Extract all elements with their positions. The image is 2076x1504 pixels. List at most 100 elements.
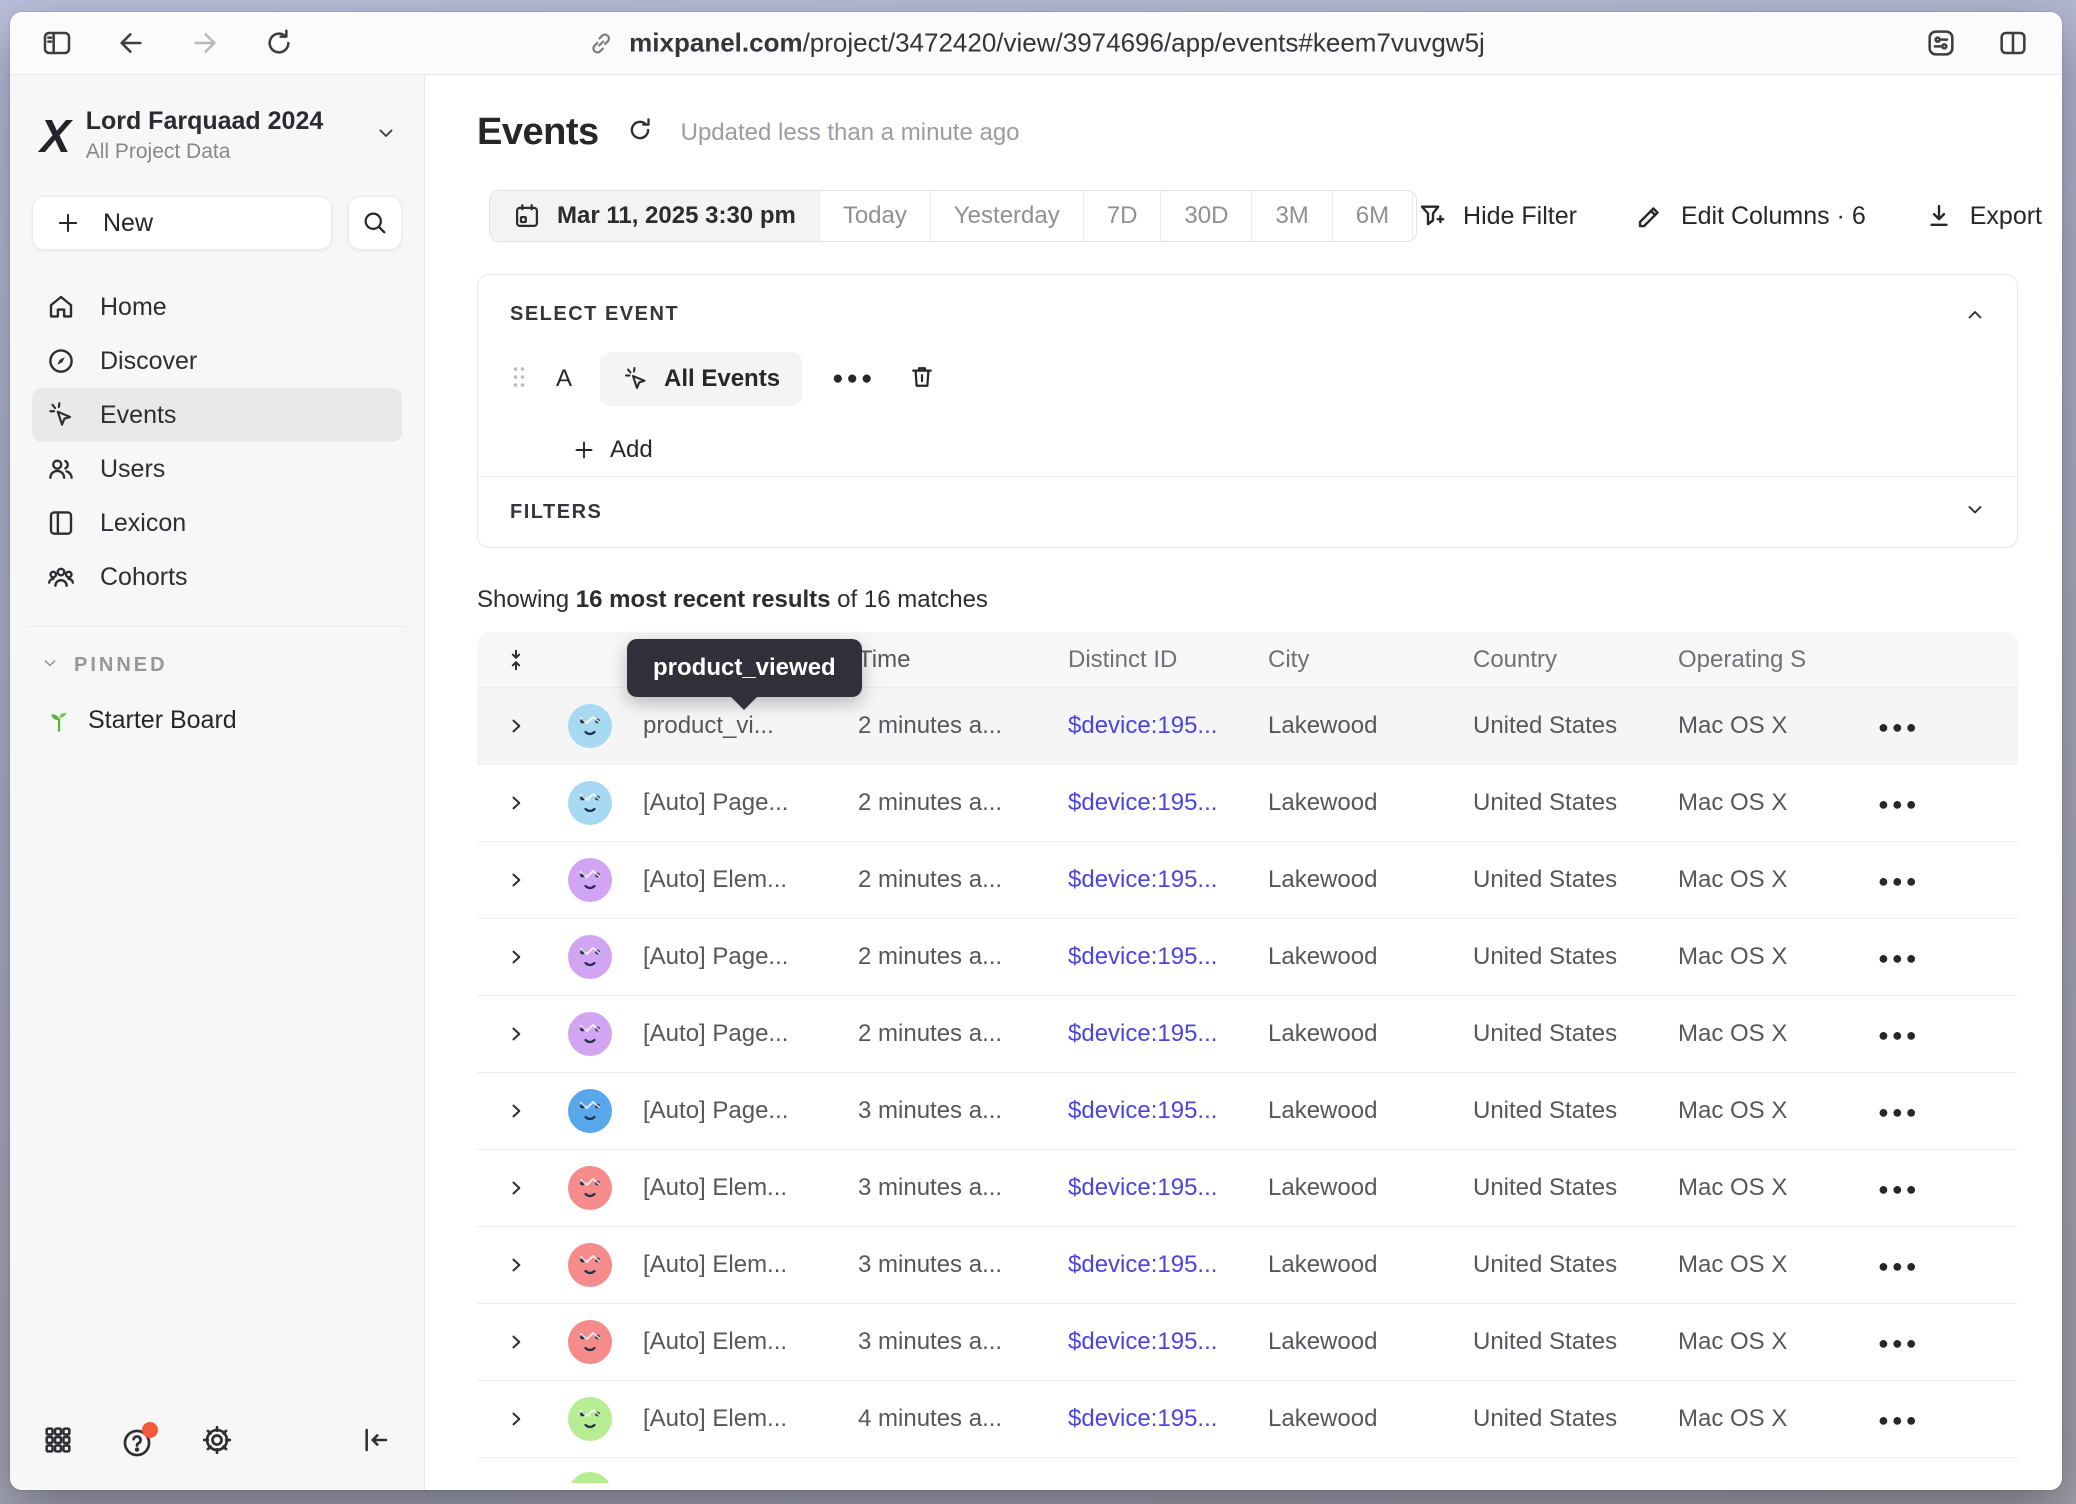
event-name-cell[interactable]: [Auto] Page... [625,789,840,817]
table-row[interactable]: product_vi... 2 minutes a... $device:195… [477,687,2018,764]
url-path: /project/3472420/view/3974696/app/events… [803,28,1485,58]
pinned-section-header[interactable]: PINNED [32,653,402,678]
distinct-id-link[interactable]: $device:195... [1050,1251,1250,1279]
collapse-sidebar-icon[interactable] [360,1424,392,1461]
preset-6m[interactable]: 6M [1332,191,1412,241]
add-label: Add [610,436,653,464]
drag-handle-icon[interactable] [510,364,528,395]
expand-row-icon[interactable] [506,870,526,890]
distinct-id-link[interactable]: $device:195... [1050,943,1250,971]
trash-icon[interactable] [908,363,936,396]
reload-button[interactable] [262,26,296,60]
add-event-button[interactable]: Add [572,436,1985,464]
table-row[interactable]: [Auto] Elem... 2 minutes a... $device:19… [477,841,2018,918]
sidebar-item-starter-board[interactable]: Starter Board [32,706,402,735]
distinct-id-link[interactable]: $device:195... [1050,1097,1250,1125]
event-selector-chip[interactable]: All Events [600,352,802,406]
sidebar-item-cohorts[interactable]: Cohorts [32,550,402,604]
table-row[interactable]: [Auto] Elem... 3 minutes a... $device:19… [477,1226,2018,1303]
expand-row-icon[interactable] [506,1332,526,1352]
expand-row-icon[interactable] [506,1255,526,1275]
header-time[interactable]: Time [840,646,1050,674]
distinct-id-link[interactable]: $device:195... [1050,1328,1250,1356]
apps-grid-icon[interactable] [42,1424,74,1461]
table-row[interactable]: [Auto] Elem... 3 minutes a... $device:19… [477,1303,2018,1380]
refresh-icon[interactable] [625,115,655,150]
expand-row-icon[interactable] [506,716,526,736]
header-distinct-id[interactable]: Distinct ID [1050,646,1250,674]
sidebar-item-discover[interactable]: Discover [32,334,402,388]
preset-30d[interactable]: 30D [1160,191,1251,241]
sidebar-item-users[interactable]: Users [32,442,402,496]
events-icon [622,365,650,393]
expand-row-icon[interactable] [506,1409,526,1429]
expand-row-icon[interactable] [506,793,526,813]
row-actions-button[interactable]: ●●● [1878,1256,1920,1276]
preset-yesterday[interactable]: Yesterday [930,191,1083,241]
header-city[interactable]: City [1250,646,1455,674]
event-name-cell[interactable]: [Auto] Page... [625,1097,840,1125]
event-name-cell[interactable]: [Auto] Page... [625,943,840,971]
expand-row-icon[interactable] [506,1178,526,1198]
event-name-cell[interactable]: [Auto] Elem... [625,1174,840,1202]
expand-section-icon[interactable] [1963,498,1987,527]
split-view-icon[interactable] [1996,26,2030,60]
row-actions-button[interactable]: ●●● [1878,1025,1920,1045]
export-button[interactable]: Export [1924,201,2042,231]
search-button[interactable] [348,196,402,250]
new-button[interactable]: New [32,196,332,250]
address-bar[interactable]: mixpanel.com/project/3472420/view/397469… [587,28,1485,59]
pinned-item-label: Starter Board [88,706,237,735]
table-row[interactable]: [Auto] Elem... 3 minutes a... $device:19… [477,1149,2018,1226]
table-row[interactable]: [Auto] Page... 3 minutes a... $device:19… [477,1072,2018,1149]
preset-today[interactable]: Today [819,191,930,241]
sidebar-item-events[interactable]: Events [32,388,402,442]
clause-more-button[interactable]: ●●● [832,368,875,390]
distinct-id-link[interactable]: $device:195... [1050,1405,1250,1433]
event-name-cell[interactable]: [Auto] Page... [625,1020,840,1048]
header-os[interactable]: Operating S [1660,646,1860,674]
distinct-id-link[interactable]: $device:195... [1050,1174,1250,1202]
row-actions-button[interactable]: ●●● [1878,717,1920,737]
event-name-cell[interactable]: [Auto] Elem... [625,866,840,894]
hide-filter-button[interactable]: Hide Filter [1417,201,1577,231]
back-button[interactable] [114,26,148,60]
distinct-id-link[interactable]: $device:195... [1050,1020,1250,1048]
header-country[interactable]: Country [1455,646,1660,674]
row-actions-button[interactable]: ●●● [1878,1410,1920,1430]
row-actions-button[interactable]: ●●● [1878,1333,1920,1353]
table-row[interactable]: [Auto] Elem... 4 minutes a... $device:19… [477,1380,2018,1457]
help-button[interactable] [120,1426,154,1460]
preset-7d[interactable]: 7D [1083,191,1161,241]
sidebar-item-home[interactable]: Home [32,280,402,334]
event-name-cell[interactable]: [Auto] Elem... [625,1405,840,1433]
table-row[interactable]: [Auto] Page... 2 minutes a... $device:19… [477,918,2018,995]
expand-row-icon[interactable] [506,1024,526,1044]
row-actions-button[interactable]: ●●● [1878,871,1920,891]
table-row[interactable]: [Auto] Page... 2 minutes a... $device:19… [477,764,2018,841]
sidebar-toggle-icon[interactable] [40,26,74,60]
sidebar-item-lexicon[interactable]: Lexicon [32,496,402,550]
preset-3m[interactable]: 3M [1251,191,1331,241]
expand-row-icon[interactable] [506,947,526,967]
workspace-switcher[interactable]: X Lord Farquaad 2024 All Project Data [40,107,398,164]
event-name-cell[interactable]: product_vi... [625,712,840,740]
table-row[interactable]: [Auto] Page... 2 minutes a... $device:19… [477,995,2018,1072]
page-settings-icon[interactable] [1924,26,1958,60]
edit-columns-button[interactable]: Edit Columns · 6 [1635,201,1866,231]
distinct-id-link[interactable]: $device:195... [1050,789,1250,817]
expand-row-icon[interactable] [506,1101,526,1121]
date-range-button[interactable]: Mar 11, 2025 3:30 pm [490,191,819,241]
row-actions-button[interactable]: ●●● [1878,1102,1920,1122]
collapse-section-icon[interactable] [1963,303,1987,332]
row-actions-button[interactable]: ●●● [1878,1179,1920,1199]
collapse-all-rows-icon[interactable] [477,647,555,673]
settings-gear-icon[interactable] [200,1423,234,1462]
event-name-cell[interactable]: [Auto] Elem... [625,1251,840,1279]
row-actions-button[interactable]: ●●● [1878,794,1920,814]
table-row-partial[interactable] [477,1457,2018,1483]
distinct-id-link[interactable]: $device:195... [1050,866,1250,894]
row-actions-button[interactable]: ●●● [1878,948,1920,968]
distinct-id-link[interactable]: $device:195... [1050,712,1250,740]
event-name-cell[interactable]: [Auto] Elem... [625,1328,840,1356]
